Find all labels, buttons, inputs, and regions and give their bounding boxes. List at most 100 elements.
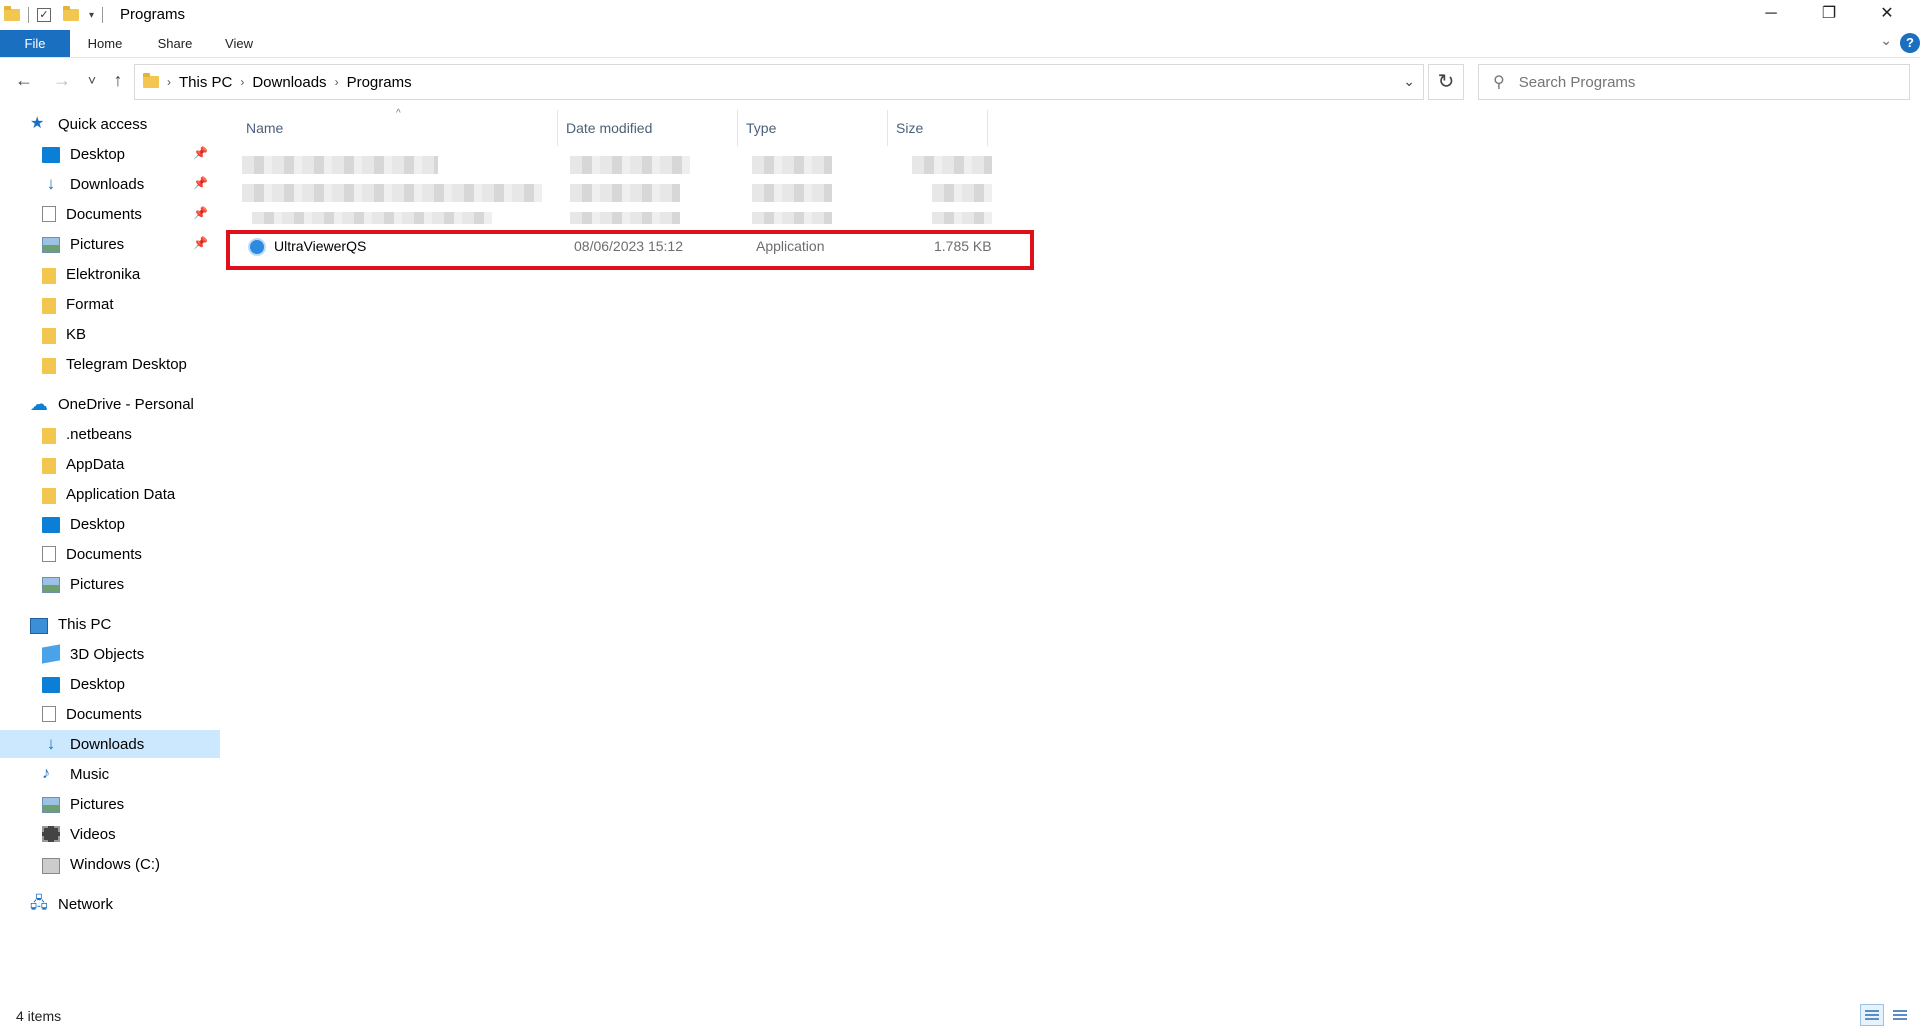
redacted-size: [912, 156, 992, 174]
chevron-right-icon[interactable]: ›: [335, 75, 339, 89]
chevron-down-icon[interactable]: ⌄: [1403, 73, 1415, 90]
redacted-date: [570, 212, 680, 224]
help-icon[interactable]: ?: [1900, 33, 1920, 53]
folder-icon: [42, 357, 56, 374]
breadcrumb-downloads[interactable]: Downloads: [252, 74, 326, 91]
sidebar-item-label: Documents: [66, 205, 142, 223]
sidebar-item-elektronika[interactable]: Elektronika: [0, 260, 220, 288]
music-icon: ♪: [42, 765, 50, 782]
highlight-box: [226, 230, 1034, 270]
sidebar-item-pc-pictures[interactable]: Pictures: [0, 790, 220, 818]
sidebar-item-desktop[interactable]: Desktop 📌: [0, 140, 220, 168]
sidebar-item-label: Pictures: [70, 575, 125, 593]
sidebar-item-windows-c[interactable]: Windows (C:): [0, 850, 220, 878]
recent-locations-button[interactable]: ˅: [80, 72, 104, 88]
sidebar-item-label: Downloads: [70, 175, 145, 193]
tab-home[interactable]: Home: [80, 30, 130, 57]
breadcrumb-programs[interactable]: Programs: [347, 74, 412, 91]
sidebar-item-label: This PC: [58, 615, 112, 633]
sidebar-item-label: OneDrive - Personal: [58, 395, 194, 413]
redacted-type: [752, 184, 832, 202]
chevron-right-icon[interactable]: ›: [240, 75, 244, 89]
pin-icon[interactable]: 📌: [193, 236, 208, 250]
address-bar[interactable]: › This PC › Downloads › Programs ⌄: [134, 64, 1424, 100]
tab-file[interactable]: File: [0, 30, 70, 57]
maximize-button[interactable]: ❐: [1800, 0, 1858, 30]
sidebar-item-appdata[interactable]: AppData: [0, 450, 220, 478]
navigation-bar: ← → ˅ ↑ › This PC › Downloads › Programs…: [0, 62, 1920, 102]
sidebar-item-onedrive[interactable]: ☁ OneDrive - Personal: [0, 390, 220, 418]
sidebar-item-label: Windows (C:): [70, 855, 161, 873]
sidebar-item-format[interactable]: Format: [0, 290, 220, 318]
search-box[interactable]: ⚲: [1478, 64, 1910, 100]
collapse-ribbon-icon[interactable]: ⌄: [1880, 32, 1892, 49]
videos-icon: [42, 826, 60, 842]
properties-icon[interactable]: ✓: [37, 8, 51, 22]
sidebar-item-quick-access[interactable]: ★ Quick access: [0, 110, 220, 138]
pin-icon[interactable]: 📌: [193, 176, 208, 190]
sidebar-item-music[interactable]: ♪ Music: [0, 760, 220, 788]
sidebar-item-label: Format: [66, 295, 114, 313]
back-button[interactable]: ←: [12, 70, 36, 91]
minimize-button[interactable]: ─: [1742, 0, 1800, 30]
table-row-redacted[interactable]: [222, 184, 1002, 202]
sidebar-item-pc-documents[interactable]: Documents: [0, 700, 220, 728]
sidebar-item-telegram-desktop[interactable]: Telegram Desktop: [0, 350, 220, 378]
sidebar-item-netbeans[interactable]: .netbeans: [0, 420, 220, 448]
refresh-button[interactable]: ↻: [1428, 64, 1464, 100]
redacted-name: [242, 184, 542, 202]
sidebar-item-videos[interactable]: Videos: [0, 820, 220, 848]
sidebar-item-onedrive-pictures[interactable]: Pictures: [0, 570, 220, 598]
breadcrumb-this-pc[interactable]: This PC: [179, 74, 232, 91]
column-header-type[interactable]: Type: [738, 110, 888, 146]
sidebar-item-this-pc[interactable]: This PC: [0, 610, 220, 638]
sidebar-item-label: Documents: [66, 705, 142, 723]
pictures-icon: [42, 797, 60, 813]
sidebar-item-label: Desktop: [70, 515, 126, 533]
up-button[interactable]: ↑: [106, 70, 130, 91]
column-header-name[interactable]: Name: [238, 110, 558, 146]
folder-icon: [42, 487, 56, 504]
column-header-size[interactable]: Size: [888, 110, 988, 146]
column-header-date-modified[interactable]: Date modified: [558, 110, 738, 146]
navigation-pane: ★ Quick access Desktop 📌 ↓ Downloads 📌 D…: [0, 110, 220, 990]
toolbar-separator: [102, 7, 104, 23]
sidebar-item-network[interactable]: 🖧 Network: [0, 890, 220, 918]
folder-icon: [42, 427, 56, 444]
3d-objects-icon: [42, 644, 60, 664]
table-row-redacted[interactable]: [222, 156, 1002, 174]
new-folder-icon[interactable]: [63, 6, 79, 21]
details-view-button[interactable]: [1860, 1004, 1884, 1026]
sidebar-item-pc-downloads[interactable]: ↓ Downloads: [0, 730, 220, 758]
pin-icon[interactable]: 📌: [193, 206, 208, 220]
sidebar-item-onedrive-documents[interactable]: Documents: [0, 540, 220, 568]
sidebar-item-label: AppData: [66, 455, 125, 473]
tab-view[interactable]: View: [214, 30, 264, 57]
sidebar-item-label: Application Data: [66, 485, 176, 503]
forward-button[interactable]: →: [50, 70, 74, 91]
sidebar-item-kb[interactable]: KB: [0, 320, 220, 348]
pin-icon[interactable]: 📌: [193, 146, 208, 160]
search-input[interactable]: [1518, 73, 1879, 91]
sidebar-item-downloads[interactable]: ↓ Downloads 📌: [0, 170, 220, 198]
sidebar-item-pc-desktop[interactable]: Desktop: [0, 670, 220, 698]
folder-icon: [42, 457, 56, 474]
sidebar-item-3d-objects[interactable]: 3D Objects: [0, 640, 220, 668]
pictures-icon: [42, 577, 60, 593]
redacted-size: [932, 212, 992, 224]
sidebar-item-onedrive-desktop[interactable]: Desktop: [0, 510, 220, 538]
pictures-icon: [42, 237, 60, 253]
sidebar-item-pictures[interactable]: Pictures 📌: [0, 230, 220, 258]
sidebar-item-documents[interactable]: Documents 📌: [0, 200, 220, 228]
sidebar-item-label: Desktop: [70, 145, 126, 163]
table-row-redacted[interactable]: [222, 212, 1002, 224]
sidebar-item-label: Telegram Desktop: [66, 355, 187, 373]
customize-toolbar-icon[interactable]: ▾: [89, 10, 94, 21]
close-button[interactable]: ✕: [1858, 0, 1916, 30]
tab-share[interactable]: Share: [150, 30, 200, 57]
large-icons-view-button[interactable]: [1888, 1004, 1912, 1026]
sidebar-item-label: Downloads: [70, 735, 145, 753]
sidebar-item-application-data[interactable]: Application Data: [0, 480, 220, 508]
chevron-right-icon[interactable]: ›: [167, 75, 171, 89]
sidebar-item-label: Music: [70, 765, 110, 783]
